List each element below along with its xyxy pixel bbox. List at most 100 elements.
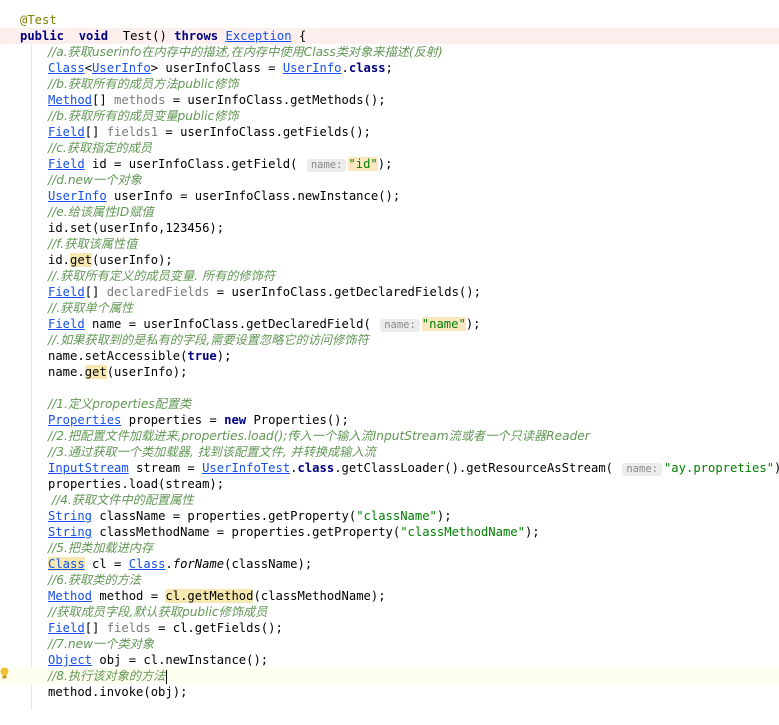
code-line[interactable]: String className = properties.getPropert… [0, 508, 779, 524]
code-line-text: method.invoke(obj); [20, 684, 187, 700]
code-line-text: //1.定义properties配置类 [20, 396, 191, 412]
code-token: .getClassLoader().getResourceAsStream( [334, 461, 621, 475]
code-token: name = userInfoClass.getDeclaredField( [84, 317, 379, 331]
code-line[interactable]: id.set(userInfo,123456); [0, 220, 779, 236]
code-line[interactable]: Method method = cl.getMethod(classMethod… [0, 588, 779, 604]
code-line[interactable]: String classMethodName = properties.getP… [0, 524, 779, 540]
code-line[interactable]: Field[] fields1 = userInfoClass.getField… [0, 124, 779, 140]
code-line[interactable]: //b.获取所有的成员方法public修饰 [0, 76, 779, 92]
code-line[interactable]: //d.new一个对象 [0, 172, 779, 188]
code-line[interactable]: //获取成员字段,默认获取public修饰成员 [0, 604, 779, 620]
code-token: //b.获取所有的成员变量public修饰 [48, 109, 239, 123]
code-line-text: Class<UserInfo> userInfoClass = UserInfo… [20, 60, 393, 76]
code-token: //3.通过获取一个类加载器, 找到该配置文件, 并转换成输入流 [48, 445, 376, 459]
code-line[interactable]: //4.获取文件中的配置属性 [0, 492, 779, 508]
code-line-text: Field id = userInfoClass.getField( name:… [20, 156, 392, 172]
code-line[interactable]: //e.给该属性ID赋值 [0, 204, 779, 220]
code-line[interactable]: //c.获取指定的成员 [0, 140, 779, 156]
code-token: Properties(); [246, 413, 349, 427]
code-token: //.获取单个属性 [48, 301, 134, 315]
lightbulb-icon[interactable] [0, 667, 9, 679]
code-token: UserInfo [282, 61, 342, 75]
code-token: id. [48, 253, 71, 267]
code-line[interactable] [0, 380, 779, 396]
code-line[interactable]: Field[] fields = cl.getFields(); [0, 620, 779, 636]
code-line[interactable]: Field[] declaredFields = userInfoClass.g… [0, 284, 779, 300]
code-line[interactable]: Field name = userInfoClass.getDeclaredFi… [0, 316, 779, 332]
code-token: //2.把配置文件加载进来,properties.load();传入一个输入流I… [48, 429, 590, 443]
code-line[interactable]: //.获取所有定义的成员变量. 所有的修饰符 [0, 268, 779, 284]
code-line[interactable]: //f.获取该属性值 [0, 236, 779, 252]
code-line[interactable]: //5.把类加载进内存 [0, 540, 779, 556]
code-line[interactable]: Class cl = Class.forName(className); [0, 556, 779, 572]
code-token: (className); [224, 557, 313, 571]
code-line[interactable]: Object obj = cl.newInstance(); [0, 652, 779, 668]
code-token: //a.获取userinfo在内存中的描述,在内存中使用Class类对象来描述(… [48, 45, 443, 59]
code-line[interactable]: properties.load(stream); [0, 476, 779, 492]
code-line[interactable]: //b.获取所有的成员变量public修饰 [0, 108, 779, 124]
code-token: declaredFields [106, 285, 210, 299]
code-line[interactable]: Class<UserInfo> userInfoClass = UserInfo… [0, 60, 779, 76]
code-line-text: //6.获取类的方法 [20, 572, 141, 588]
code-line-text: Field[] fields = cl.getFields(); [20, 620, 283, 636]
code-token: //c.获取指定的成员 [48, 141, 153, 155]
code-token: UserInfo [48, 189, 107, 203]
code-line-text: Field[] declaredFields = userInfoClass.g… [20, 284, 481, 300]
code-token: id.set(userInfo,123456); [48, 221, 225, 235]
code-line[interactable]: //6.获取类的方法 [0, 572, 779, 588]
code-line[interactable]: Method[] methods = userInfoClass.getMeth… [0, 92, 779, 108]
code-line[interactable]: method.invoke(obj); [0, 684, 779, 700]
code-token: method.invoke(obj); [48, 685, 188, 699]
code-token: (userInfo); [92, 253, 173, 267]
code-line[interactable]: id.get(userInfo); [0, 252, 779, 268]
code-line[interactable]: //1.定义properties配置类 [0, 396, 779, 412]
code-token: "classMethodName" [400, 525, 525, 539]
code-token: class [297, 461, 335, 475]
code-token: stream = [128, 461, 203, 475]
code-token: fields1 [106, 125, 159, 139]
code-line[interactable]: //7.new一个类对象 [0, 636, 779, 652]
code-line[interactable]: @Test [0, 12, 779, 28]
code-line[interactable]: Properties properties = new Properties()… [0, 412, 779, 428]
code-token: [] [84, 285, 107, 299]
code-token: cl.getMethod [165, 589, 254, 603]
code-line[interactable]: //.如果获取到的是私有的字段,需要设置忽略它的访问修饰符 [0, 332, 779, 348]
code-token: Class [128, 557, 166, 571]
code-line-text: //d.new一个对象 [20, 172, 142, 188]
code-line[interactable]: InputStream stream = UserInfoTest.class.… [0, 460, 779, 476]
code-line[interactable]: Field id = userInfoClass.getField( name:… [0, 156, 779, 172]
code-token: "className" [356, 509, 437, 523]
code-line-text: String classMethodName = properties.getP… [20, 524, 540, 540]
code-line[interactable]: UserInfo userInfo = userInfoClass.newIns… [0, 188, 779, 204]
code-token: public [20, 29, 65, 43]
code-token: (userInfo); [106, 365, 188, 379]
code-token: UserInfo [92, 61, 151, 75]
code-line[interactable]: name.get(userInfo); [0, 364, 779, 380]
code-line[interactable]: //a.获取userinfo在内存中的描述,在内存中使用Class类对象来描述(… [0, 44, 779, 60]
code-line[interactable]: //.获取单个属性 [0, 300, 779, 316]
code-editor[interactable]: @Test public void Test() throws Exception… [0, 0, 779, 725]
code-token: new [224, 413, 247, 427]
code-line[interactable]: //8.执行该对象的方法 [0, 668, 779, 684]
code-line[interactable]: name.setAccessible(true); [0, 348, 779, 364]
code-token: String [48, 525, 93, 539]
code-line-text: //a.获取userinfo在内存中的描述,在内存中使用Class类对象来描述(… [20, 44, 443, 60]
code-token: //5.把类加载进内存 [48, 541, 154, 555]
code-token: Field [48, 157, 85, 171]
code-token: //8.执行该对象的方法 [48, 669, 166, 683]
code-line-text: //7.new一个类对象 [20, 636, 154, 652]
code-line[interactable]: //3.通过获取一个类加载器, 找到该配置文件, 并转换成输入流 [0, 444, 779, 460]
code-token: Method [48, 93, 93, 107]
code-token: cl = [84, 557, 129, 571]
code-line-text: //b.获取所有的成员方法public修饰 [20, 76, 239, 92]
code-line-text: Method method = cl.getMethod(classMethod… [20, 588, 386, 604]
code-token: Field [48, 317, 85, 331]
code-line[interactable]: //2.把配置文件加载进来,properties.load();传入一个输入流I… [0, 428, 779, 444]
code-token: [] [92, 93, 115, 107]
code-line-text: Field[] fields1 = userInfoClass.getField… [20, 124, 371, 140]
code-token: Field [48, 125, 85, 139]
code-line[interactable]: public void Test() throws Exception { [0, 28, 779, 44]
code-token: = userInfoClass.getFields(); [158, 125, 371, 139]
code-token: Exception [225, 29, 292, 43]
code-token: ); [216, 349, 232, 363]
